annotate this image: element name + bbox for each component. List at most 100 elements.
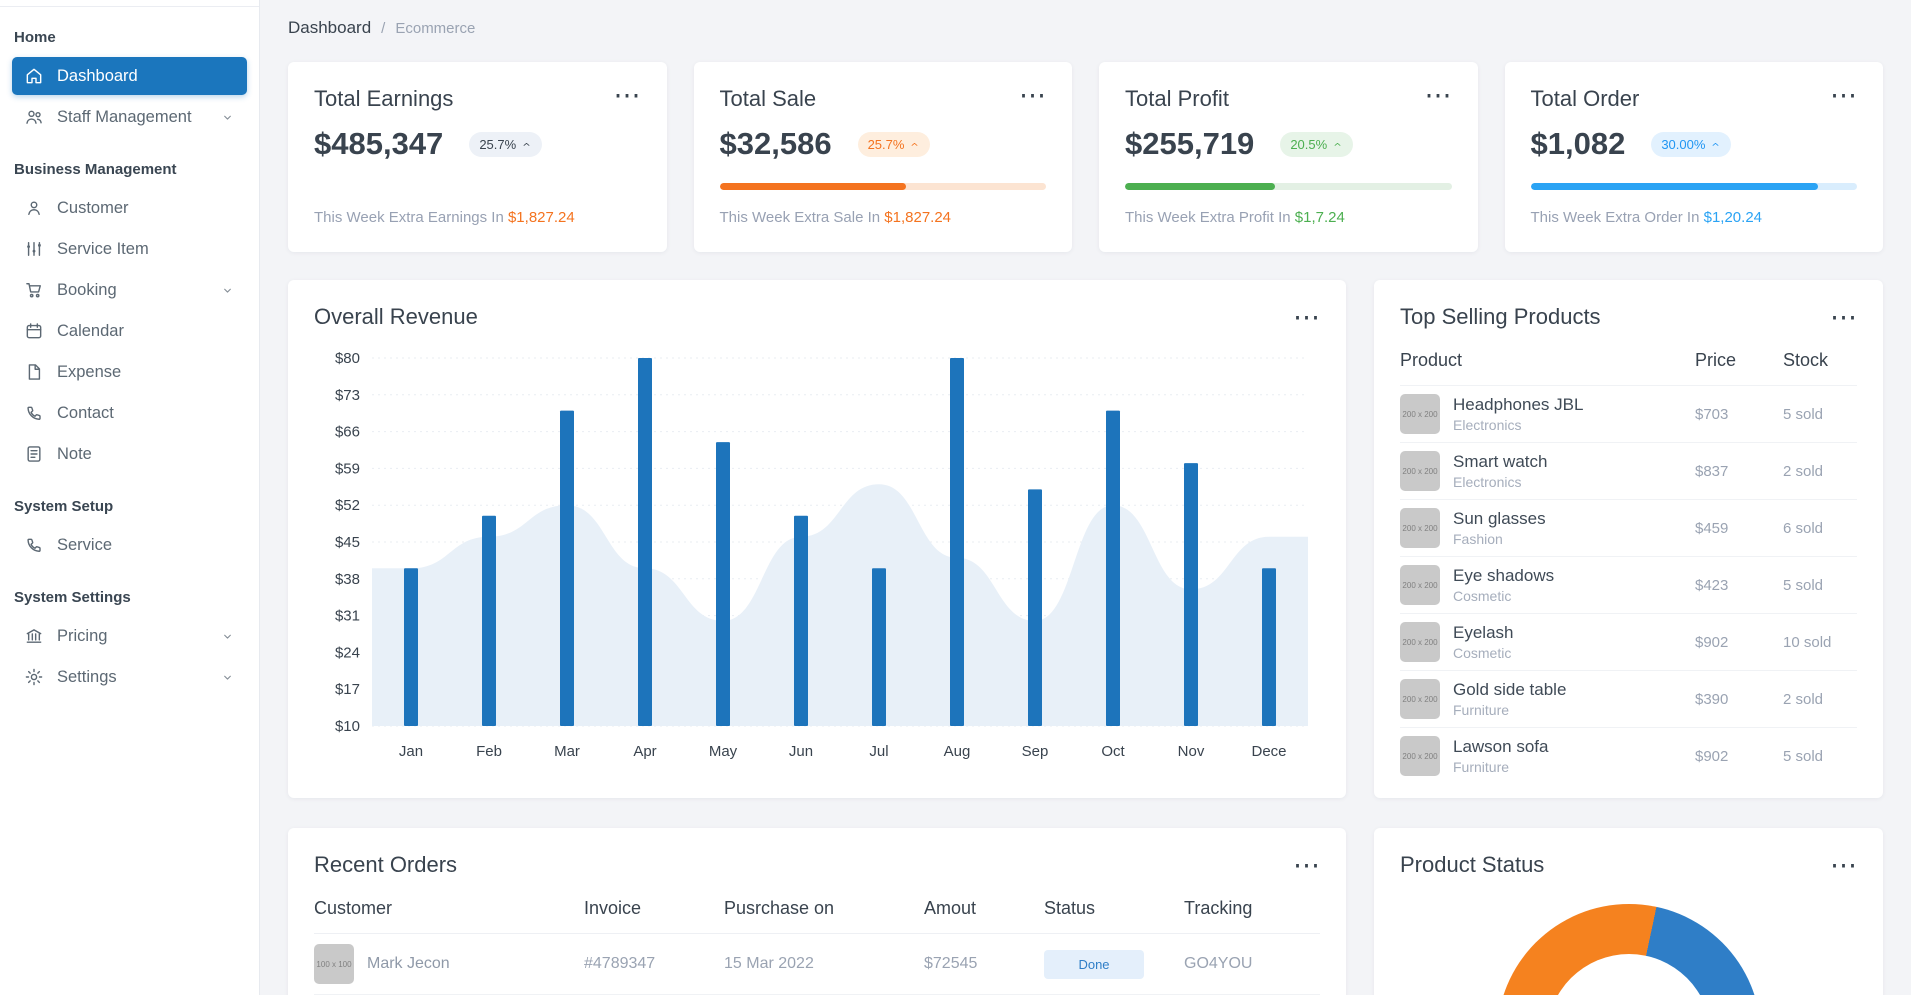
overall-revenue-title: Overall Revenue	[314, 304, 478, 329]
middle-row: Overall Revenue ⋯ $10 $17 $24 $31 $38 $45 $52 $…	[288, 280, 1883, 798]
svg-text:May: May	[709, 743, 738, 760]
svg-text:$24: $24	[335, 644, 360, 661]
product-row[interactable]: 200 x 200 Headphones JBL Electronics $70…	[1400, 385, 1857, 442]
product-stock: 5 sold	[1783, 747, 1824, 765]
stat-card-footer: This Week Extra Order In $1,20.24	[1530, 209, 1763, 226]
more-menu-button[interactable]: ⋯	[1425, 82, 1452, 109]
product-stock: 5 sold	[1783, 405, 1824, 423]
calendar-icon	[24, 321, 44, 341]
top-selling-products-card: Top Selling Products ⋯ Product Price Sto…	[1374, 280, 1883, 798]
svg-text:Oct: Oct	[1101, 743, 1125, 760]
product-row[interactable]: 200 x 200 Gold side table Furniture $390…	[1400, 670, 1857, 727]
sidebar-item-service-item[interactable]: Service Item	[12, 230, 247, 268]
svg-text:Aug: Aug	[944, 743, 971, 760]
sidebar-section-label: Home	[14, 29, 56, 46]
orders-table-header: Customer Invoice Pusrchase on Amout Status Tr…	[314, 878, 1320, 934]
stat-card-progress-fill	[1530, 183, 1818, 190]
svg-text:$80: $80	[335, 350, 360, 367]
order-row[interactable]: 100 x 100 Mark Jecon #4789347 15 Mar 202…	[314, 934, 1320, 995]
more-menu-button[interactable]: ⋯	[1293, 851, 1320, 878]
caret-up-icon	[1710, 139, 1721, 150]
sidebar-item-label: Contact	[57, 403, 114, 422]
svg-text:Apr: Apr	[633, 743, 656, 760]
chevron-down-icon	[220, 110, 235, 125]
stat-card-badge: 20.5%	[1280, 131, 1354, 157]
sidebar-item-note[interactable]: Note	[12, 435, 247, 473]
product-stock: 6 sold	[1783, 519, 1824, 537]
sidebar-section-system-settings: System Settings Pricing Settings	[0, 567, 259, 696]
product-row[interactable]: 200 x 200 Smart watch Electronics $837 2…	[1400, 442, 1857, 499]
sidebar-item-service[interactable]: Service	[12, 526, 247, 564]
product-row[interactable]: 200 x 200 Eye shadows Cosmetic $423 5 so…	[1400, 556, 1857, 613]
products-table-header: Product Price Stock	[1400, 330, 1857, 385]
sidebar-item-dashboard[interactable]: Dashboard	[12, 57, 247, 95]
product-row[interactable]: 200 x 200 Lawson sofa Furniture $902 5 s…	[1400, 727, 1857, 784]
order-amount: $72545	[924, 955, 978, 972]
home-icon	[24, 66, 44, 86]
sidebar-item-pricing[interactable]: Pricing	[12, 617, 247, 655]
product-category: Electronics	[1453, 417, 1522, 433]
recent-orders-card: Recent Orders ⋯ Customer Invoice Pusrchase…	[288, 828, 1346, 995]
sidebar-section-system-setup: System Setup Service	[0, 476, 259, 564]
breadcrumb: Dashboard / Ecommerce	[288, 18, 1883, 38]
sidebar-item-label: Staff Management	[57, 107, 192, 126]
sidebar-item-customer[interactable]: Customer	[12, 189, 247, 227]
breadcrumb-item-dashboard[interactable]: Dashboard	[288, 18, 371, 38]
customer-name: Mark Jecon	[367, 955, 450, 972]
sidebar-item-label: Service	[57, 535, 113, 554]
recent-orders-title: Recent Orders	[314, 852, 458, 877]
stat-card-progress-bar	[1530, 183, 1857, 190]
product-price: $423	[1695, 576, 1729, 594]
stat-card-footer: This Week Extra Sale In $1,827.24	[719, 209, 952, 226]
sidebar-item-label: Calendar	[57, 321, 124, 340]
product-thumbnail: 200 x 200	[1400, 394, 1440, 434]
products-header-price: Price	[1695, 350, 1737, 370]
product-row[interactable]: 200 x 200 Sun glasses Fashion $459 6 sol…	[1400, 499, 1857, 556]
revenue-bar-chart: $10 $17 $24 $31 $38 $45 $52 $59 $66 $73 $80 Jan Feb M…	[314, 340, 1320, 783]
revenue-chart-svg: $10 $17 $24 $31 $38 $45 $52 $59 $66 $73 $80 Jan Feb M…	[335, 350, 1308, 760]
sidebar-item-label: Dashboard	[57, 66, 138, 85]
sidebar-item-staff-management[interactable]: Staff Management	[12, 98, 247, 136]
product-category: Cosmetic	[1453, 588, 1512, 604]
svg-text:$31: $31	[335, 608, 360, 625]
more-menu-button[interactable]: ⋯	[1019, 82, 1046, 109]
more-menu-button[interactable]: ⋯	[614, 82, 641, 109]
products-table-body: 200 x 200 Headphones JBL Electronics $70…	[1400, 385, 1857, 784]
sidebar-item-calendar[interactable]: Calendar	[12, 312, 247, 350]
more-menu-button[interactable]: ⋯	[1830, 851, 1857, 878]
product-thumbnail: 200 x 200	[1400, 736, 1440, 776]
stat-card-total-order: Total Order ⋯ $1,082 30.00% This Week Ex…	[1504, 62, 1883, 252]
product-name: Headphones JBL	[1453, 395, 1584, 414]
stat-card-footer-amount: $1,827.24	[507, 209, 575, 226]
product-category: Furniture	[1453, 759, 1510, 775]
sidebar-item-label: Expense	[57, 362, 122, 381]
sidebar-item-booking[interactable]: Booking	[12, 271, 247, 309]
stat-card-title: Total Sale	[719, 86, 817, 111]
bank-icon	[24, 626, 44, 646]
customer-avatar: 100 x 100	[314, 944, 354, 984]
product-thumbnail: 200 x 200	[1400, 622, 1440, 662]
sidebar-item-contact[interactable]: Contact	[12, 394, 247, 432]
more-menu-button[interactable]: ⋯	[1830, 303, 1857, 330]
sidebar-item-expense[interactable]: Expense	[12, 353, 247, 391]
product-thumbnail: 200 x 200	[1400, 508, 1440, 548]
caret-up-icon	[521, 139, 532, 150]
more-menu-button[interactable]: ⋯	[1293, 303, 1320, 330]
product-name: Gold side table	[1453, 680, 1567, 699]
stat-card-footer-amount: $1,20.24	[1703, 209, 1762, 226]
more-menu-button[interactable]: ⋯	[1830, 82, 1857, 109]
caret-up-icon	[1332, 139, 1343, 150]
sidebar-item-label: Note	[57, 444, 92, 463]
sidebar-item-settings[interactable]: Settings	[12, 658, 247, 696]
product-status-title: Product Status	[1400, 852, 1545, 877]
breadcrumb-item-ecommerce: Ecommerce	[395, 19, 476, 37]
sidebar-top-divider	[0, 0, 259, 7]
user-icon	[24, 198, 44, 218]
sidebar-section-label: Business Management	[14, 161, 177, 178]
product-status-donut-chart	[1496, 904, 1761, 995]
sidebar-item-label: Customer	[57, 198, 129, 217]
product-row[interactable]: 200 x 200 Eyelash Cosmetic $902 10 sold	[1400, 613, 1857, 670]
orders-header-amout: Amout	[924, 898, 977, 918]
product-price: $902	[1695, 633, 1729, 651]
breadcrumb-separator: /	[381, 19, 386, 37]
